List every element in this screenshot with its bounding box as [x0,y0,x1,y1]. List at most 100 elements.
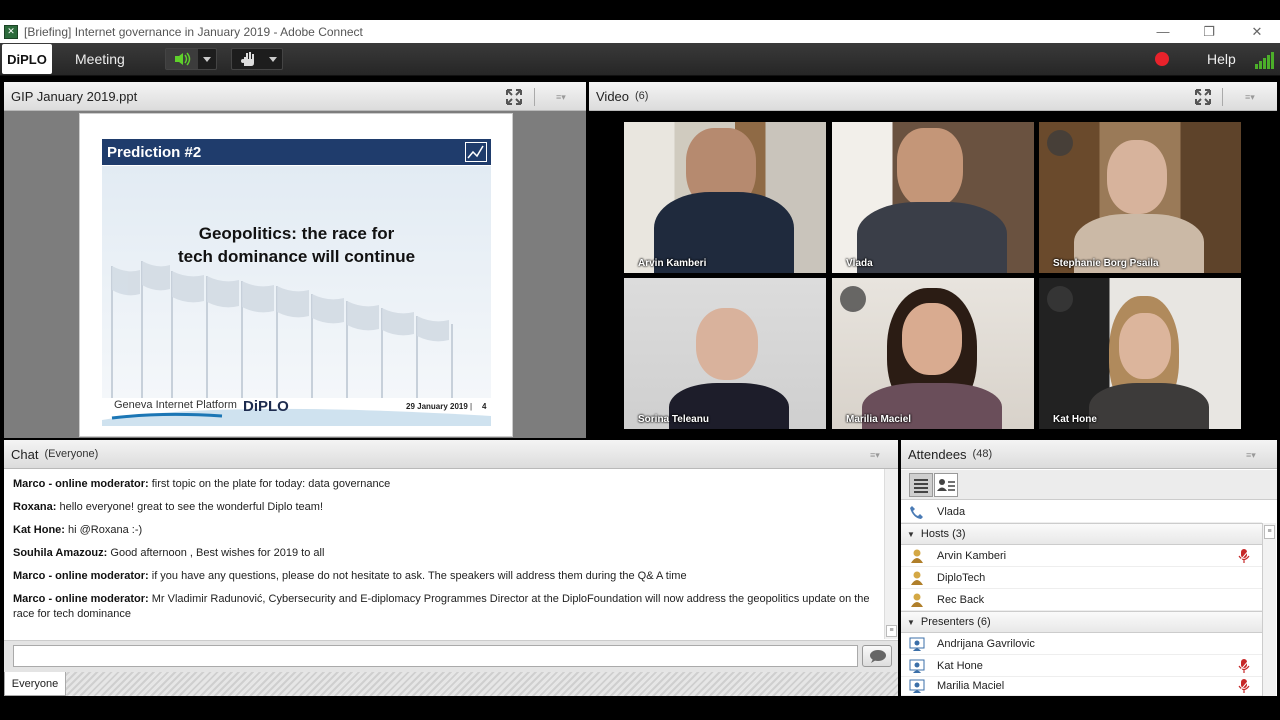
meeting-menu[interactable]: Meeting [75,51,125,67]
participant-face [1107,140,1167,214]
recording-indicator-icon[interactable] [1155,52,1169,66]
attendee-name: Marilia Maciel [937,680,1005,692]
flags-background-image [111,261,453,398]
attendee-row[interactable]: Arvin Kamberi [901,545,1262,567]
collapse-triangle-icon[interactable]: ▼ [907,618,915,627]
attendee-row[interactable]: DiploTech [901,567,1262,589]
attendee-name: Andrijana Gavrilovic [937,637,1035,650]
restore-icon[interactable]: ❐ [1186,20,1232,43]
video-pod-title: Video [596,88,630,104]
attendee-row[interactable]: Kat Hone [901,655,1262,677]
speaker-dropdown-chevron-icon[interactable] [198,49,216,69]
slide-body: Geopolitics: the race for tech dominance… [102,166,491,398]
video-tile[interactable]: Stephanie Borg Psaila [1039,122,1241,273]
scroll-grip-icon[interactable]: ≡ [1264,525,1275,539]
chat-message: Marco - online moderator: Mr Vladimir Ra… [13,592,875,622]
chat-pod-title: Chat [11,446,39,462]
speaker-icon[interactable] [166,49,198,69]
chat-scrollbar[interactable]: ≡ [884,469,898,639]
video-tile[interactable]: Vlada [832,122,1034,273]
chat-message-list: Marco - online moderator: first topic on… [4,469,884,639]
scroll-grip-icon[interactable]: ≡ [886,625,897,637]
chat-message: Marco - online moderator: first topic on… [13,477,875,492]
video-name-label: Kat Hone [1053,414,1097,425]
presenter-icon [909,679,925,693]
list-view-icon[interactable] [909,473,933,497]
chat-message: Roxana: hello everyone! great to see the… [13,500,875,515]
slide-header: Prediction #2 [102,139,491,165]
speaker-control[interactable] [165,48,217,70]
pod-options-menu-icon[interactable]: ≡▾ [556,92,574,102]
share-pod-header: GIP January 2019.ppt [4,82,586,111]
video-options-menu-icon[interactable]: ≡▾ [1245,92,1263,102]
chat-scope: (Everyone) [44,448,99,460]
video-tile[interactable]: Sorina Teleanu [624,278,826,429]
chat-tab-everyone[interactable]: Everyone [4,672,66,696]
attendee-row[interactable]: Rec Back [901,589,1262,611]
video-tile[interactable]: Marilia Maciel [832,278,1034,429]
participant-body [1089,383,1209,429]
send-message-button[interactable] [862,645,892,667]
window-titlebar: ✕ [Briefing] Internet governance in Janu… [0,20,1280,43]
attendee-row[interactable]: Marilia Maciel [901,677,1262,696]
participant-face [902,303,962,375]
presentation-slide: Prediction #2 Geopolitics: the race for … [79,113,513,437]
presenters-group-header[interactable]: ▼ Presenters (6) [901,611,1262,633]
muted-mic-icon [1047,286,1073,312]
video-tile[interactable]: Kat Hone [1039,278,1241,429]
help-menu[interactable]: Help [1207,51,1236,67]
self-attendee-row[interactable]: Vlada [901,501,1262,523]
minimize-icon[interactable]: — [1140,20,1186,43]
presenters-group-label: Presenters (6) [920,616,991,628]
footer-diplo-logo: DiPLO [243,398,289,415]
video-name-label: Stephanie Borg Psaila [1053,258,1159,269]
status-view-icon[interactable] [934,473,958,497]
attendee-name: Rec Back [937,593,985,606]
video-count: (6) [635,90,649,102]
chat-message-input[interactable] [13,645,858,667]
slide-footer: Geneva Internet Platform DiPLO 29 Januar… [102,392,491,426]
participant-face [696,308,758,380]
status-dropdown-chevron-icon[interactable] [264,49,282,69]
host-icon [911,593,923,607]
attendee-row[interactable]: Andrijana Gavrilovic [901,633,1262,655]
chat-author: Roxana: [13,501,57,513]
diplo-logo: DiPLO [2,44,52,74]
attendee-name: DiploTech [937,571,986,584]
muted-mic-icon [1047,130,1073,156]
participant-face [1119,313,1171,379]
video-pod: Video (6) ≡▾ Arvin Kamberi Vlada Stephan… [589,82,1277,438]
attendees-scrollbar[interactable]: ≡ [1262,523,1276,696]
microphone-active-icon [1238,679,1250,693]
chat-author: Marco - online moderator: [13,593,149,605]
close-icon[interactable]: ✕ [1234,20,1280,43]
video-tile[interactable]: Arvin Kamberi [624,122,826,273]
raise-hand-control[interactable] [231,48,283,70]
slide-headline-line2: tech dominance will continue [177,247,416,266]
chat-author: Marco - online moderator: [13,570,149,582]
chat-text: hi @Roxana :-) [68,524,143,536]
chat-text: if you have any questions, please do not… [151,570,687,582]
video-name-label: Vlada [846,258,873,269]
self-attendee-name: Vlada [937,505,966,518]
chart-trend-icon [465,142,487,162]
connection-signal-icon [1255,52,1274,69]
chat-pod-header: Chat (Everyone) [4,440,898,469]
collapse-triangle-icon[interactable]: ▼ [907,530,915,539]
chat-message: Marco - online moderator: if you have an… [13,569,875,584]
video-name-label: Arvin Kamberi [638,258,707,269]
chat-message: Souhila Amazouz: Good afternoon , Best w… [13,546,875,561]
attendees-options-menu-icon[interactable]: ≡▾ [1246,450,1264,460]
chat-text: first topic on the plate for today: data… [151,478,391,490]
presenter-icon [909,659,925,673]
hosts-group-label: Hosts (3) [920,528,966,540]
footer-org-name: Geneva Internet Platform [114,399,237,411]
chat-message: Kat Hone: hi @Roxana :-) [13,523,875,538]
chat-options-menu-icon[interactable]: ≡▾ [870,450,888,460]
footer-page-number: 4 [482,402,487,411]
speech-bubble-icon [870,650,886,663]
fullscreen-icon[interactable] [506,89,522,105]
video-fullscreen-icon[interactable] [1195,89,1211,105]
raise-hand-icon[interactable] [232,49,264,69]
hosts-group-header[interactable]: ▼ Hosts (3) [901,523,1262,545]
